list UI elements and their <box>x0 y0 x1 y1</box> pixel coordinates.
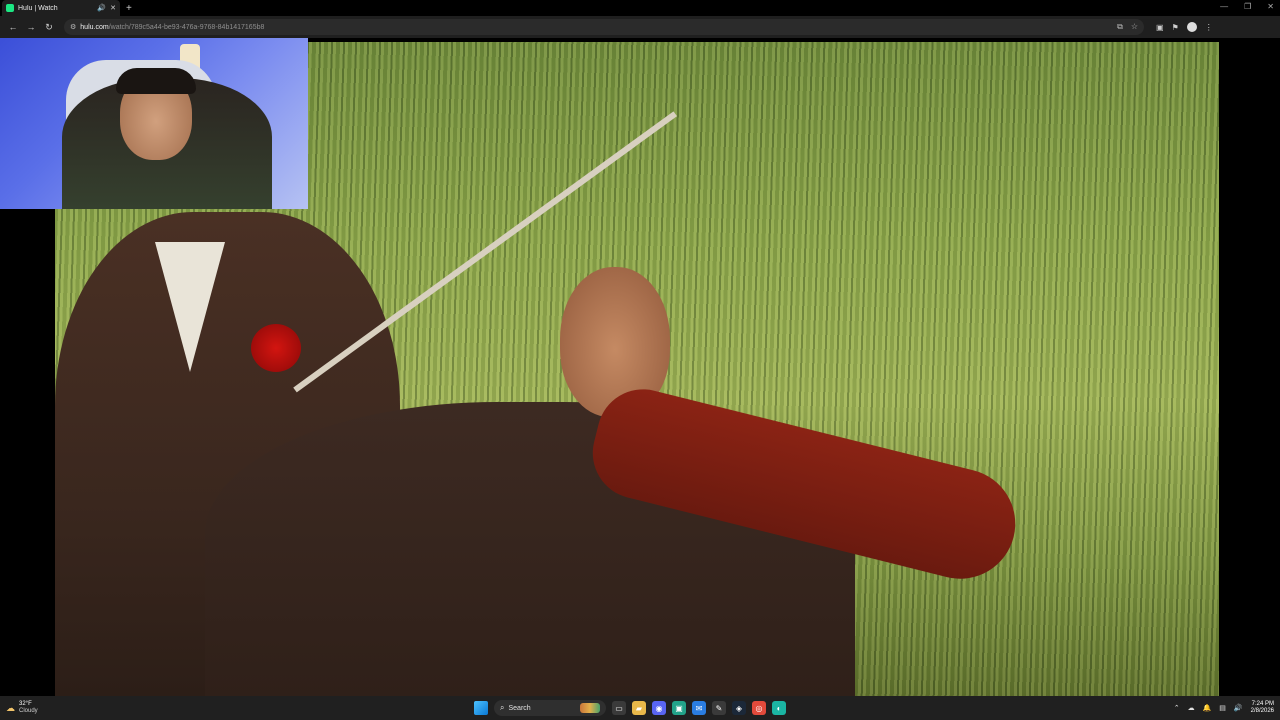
chrome-icon[interactable]: ◎ <box>752 701 766 715</box>
taskbar-clock[interactable]: 7:24 PM 2/8/2026 <box>1251 701 1274 715</box>
taskbar-search[interactable]: ⌕ Search <box>494 700 606 716</box>
browser-toolbar: ← → ↻ ⚙ hulu.com /watch/789c5a44-be93-47… <box>0 16 1280 38</box>
clock-time: 7:24 PM <box>1251 701 1274 707</box>
discord-icon[interactable]: ◉ <box>652 701 666 715</box>
address-host: hulu.com <box>80 23 109 31</box>
weather-condition: Cloudy <box>19 708 38 714</box>
volume-icon[interactable]: 🔊 <box>1234 704 1243 712</box>
back-icon[interactable]: ← <box>4 22 22 32</box>
search-label: Search <box>508 704 531 712</box>
page-viewport <box>0 38 1280 696</box>
network-icon[interactable]: ▤ <box>1219 704 1226 712</box>
new-tab-button[interactable]: + <box>126 3 132 14</box>
site-info-icon[interactable]: ⚙ <box>70 23 76 31</box>
windows-taskbar: ☁ 32°F Cloudy ⌕ Search ▭ ▰ ◉ ▣ ✉ ✎ ◈ ◎ ◐… <box>0 696 1280 720</box>
start-button[interactable] <box>474 701 488 715</box>
tab-hulu-watch[interactable]: Hulu | Watch 🔊 ✕ <box>2 0 120 16</box>
forward-icon[interactable]: → <box>22 22 40 32</box>
weather-widget[interactable]: ☁ 32°F Cloudy <box>6 701 38 715</box>
webcam-overlay <box>0 38 308 209</box>
maximize-icon[interactable]: ❐ <box>1244 2 1251 11</box>
steam-icon[interactable]: ◈ <box>732 701 746 715</box>
onedrive-icon[interactable]: ☁ <box>1188 704 1195 712</box>
mail-icon[interactable]: ✉ <box>692 701 706 715</box>
close-window-icon[interactable]: ✕ <box>1267 2 1274 11</box>
webcam-streamer-hair <box>116 68 196 94</box>
bookmark-star-icon[interactable]: ☆ <box>1131 22 1138 32</box>
app-teal-icon[interactable]: ▣ <box>672 701 686 715</box>
search-icon: ⌕ <box>500 703 505 712</box>
clock-date: 2/8/2026 <box>1250 708 1274 714</box>
menu-kebab-icon[interactable]: ⋮ <box>1205 23 1213 32</box>
file-explorer-icon[interactable]: ▰ <box>632 701 646 715</box>
system-tray: ⌃ ☁ 🔔 ▤ 🔊 7:24 PM 2/8/2026 <box>1174 696 1274 720</box>
notification-icon[interactable]: 🔔 <box>1203 704 1212 712</box>
cast-icon[interactable]: ⧉ <box>1117 22 1123 32</box>
tray-overflow-icon[interactable]: ⌃ <box>1174 704 1180 712</box>
video-frame-red-rose <box>251 324 301 372</box>
hulu-favicon-icon <box>6 4 14 12</box>
search-highlight-icon <box>580 703 600 713</box>
address-bar[interactable]: ⚙ hulu.com /watch/789c5a44-be93-476a-976… <box>64 19 1144 35</box>
sidebar-icon[interactable]: ⚑ <box>1172 23 1179 32</box>
pen-app-icon[interactable]: ✎ <box>712 701 726 715</box>
address-path: /watch/789c5a44-be93-476a-9768-84b141716… <box>108 23 265 31</box>
reload-icon[interactable]: ↻ <box>40 22 58 33</box>
minimize-icon[interactable]: — <box>1220 2 1228 11</box>
window-controls: — ❐ ✕ <box>1220 2 1274 11</box>
task-view-icon[interactable]: ▭ <box>612 701 626 715</box>
tab-audio-icon[interactable]: 🔊 <box>97 4 106 12</box>
edge-icon[interactable]: ◐ <box>772 701 786 715</box>
taskbar-center-group: ⌕ Search ▭ ▰ ◉ ▣ ✉ ✎ ◈ ◎ ◐ <box>474 698 786 718</box>
weather-temperature: 32°F <box>19 701 32 707</box>
tab-title: Hulu | Watch <box>18 4 58 12</box>
profile-avatar[interactable] <box>1186 22 1197 32</box>
weather-cloud-icon: ☁ <box>6 702 15 713</box>
tab-close-icon[interactable]: ✕ <box>110 4 116 12</box>
extensions-icon[interactable]: ▣ <box>1156 23 1164 32</box>
browser-tab-strip: Hulu | Watch 🔊 ✕ + — ❐ ✕ <box>0 0 1280 16</box>
